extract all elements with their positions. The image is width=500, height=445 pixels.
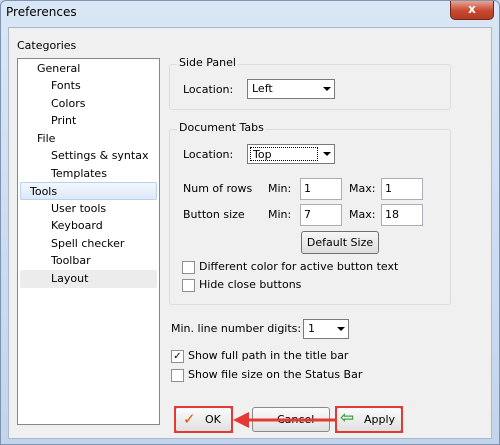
different-color-label: Different color for active button text xyxy=(199,260,399,273)
categories-label: Categories xyxy=(17,39,77,52)
category-tools[interactable]: Tools xyxy=(20,182,157,200)
button-size-min-input[interactable]: 7 xyxy=(300,204,342,226)
show-file-size-label: Show file size on the Status Bar xyxy=(188,368,363,381)
show-file-size-checkbox[interactable] xyxy=(171,369,184,382)
close-button[interactable]: x xyxy=(450,1,494,20)
side-panel-location-label: Location: xyxy=(183,83,234,96)
chevron-down-icon xyxy=(323,87,331,91)
num-rows-label: Num of rows xyxy=(183,182,253,195)
line-digits-value: 1 xyxy=(308,322,315,335)
annotation-arrow xyxy=(233,412,337,428)
category-settings-syntax[interactable]: Settings & syntax xyxy=(51,147,148,165)
preferences-window: Preferences x Categories General Fonts C… xyxy=(0,0,500,445)
document-tabs-location-value: Top xyxy=(250,147,318,161)
ok-highlight-box xyxy=(174,406,233,433)
category-toolbar[interactable]: Toolbar xyxy=(51,252,91,270)
document-tabs-location-label: Location: xyxy=(183,148,234,161)
num-rows-min-label: Min: xyxy=(268,182,292,195)
button-size-max-label: Max: xyxy=(349,208,376,221)
side-panel-location-value: Left xyxy=(252,82,273,95)
categories-list[interactable]: General Fonts Colors Print File Settings… xyxy=(17,58,160,425)
side-panel-title: Side Panel xyxy=(177,56,238,69)
button-size-min-label: Min: xyxy=(268,208,292,221)
apply-highlight-box xyxy=(335,406,403,433)
category-layout[interactable]: Layout xyxy=(20,270,157,288)
category-spell-checker[interactable]: Spell checker xyxy=(51,235,124,253)
category-keyboard[interactable]: Keyboard xyxy=(51,217,103,235)
document-tabs-title: Document Tabs xyxy=(177,121,266,134)
num-rows-min-input[interactable]: 1 xyxy=(300,178,342,200)
chevron-down-icon xyxy=(323,152,331,156)
category-user-tools[interactable]: User tools xyxy=(51,200,106,218)
title-bar: Preferences x xyxy=(1,1,499,27)
button-size-label: Button size xyxy=(183,208,245,221)
close-icon: x xyxy=(468,2,476,16)
chevron-down-icon xyxy=(337,327,345,331)
show-full-path-label: Show full path in the title bar xyxy=(188,349,349,362)
category-fonts[interactable]: Fonts xyxy=(51,77,81,95)
num-rows-max-input[interactable]: 1 xyxy=(381,178,423,200)
line-digits-select[interactable]: 1 xyxy=(303,319,349,339)
show-full-path-checkbox[interactable]: ✓ xyxy=(171,350,184,363)
button-size-max-input[interactable]: 18 xyxy=(381,204,423,226)
line-digits-label: Min. line number digits: xyxy=(171,322,302,335)
document-tabs-location-select[interactable]: Top xyxy=(247,144,335,164)
category-colors[interactable]: Colors xyxy=(51,95,85,113)
default-size-button[interactable]: Default Size xyxy=(301,231,379,254)
different-color-checkbox[interactable] xyxy=(182,261,195,274)
category-general[interactable]: General xyxy=(37,60,80,78)
dialog-client-area: Categories General Fonts Colors Print Fi… xyxy=(8,27,492,439)
annotation-arrow-head xyxy=(233,412,249,428)
num-rows-max-label: Max: xyxy=(349,182,376,195)
window-title: Preferences xyxy=(6,5,77,19)
hide-close-buttons-checkbox[interactable] xyxy=(182,279,195,292)
category-file[interactable]: File xyxy=(37,130,55,148)
checkmark-icon: ✓ xyxy=(173,351,182,362)
category-templates[interactable]: Templates xyxy=(51,165,107,183)
category-print[interactable]: Print xyxy=(51,112,76,130)
hide-close-buttons-label: Hide close buttons xyxy=(199,278,302,291)
side-panel-location-select[interactable]: Left xyxy=(247,79,335,99)
